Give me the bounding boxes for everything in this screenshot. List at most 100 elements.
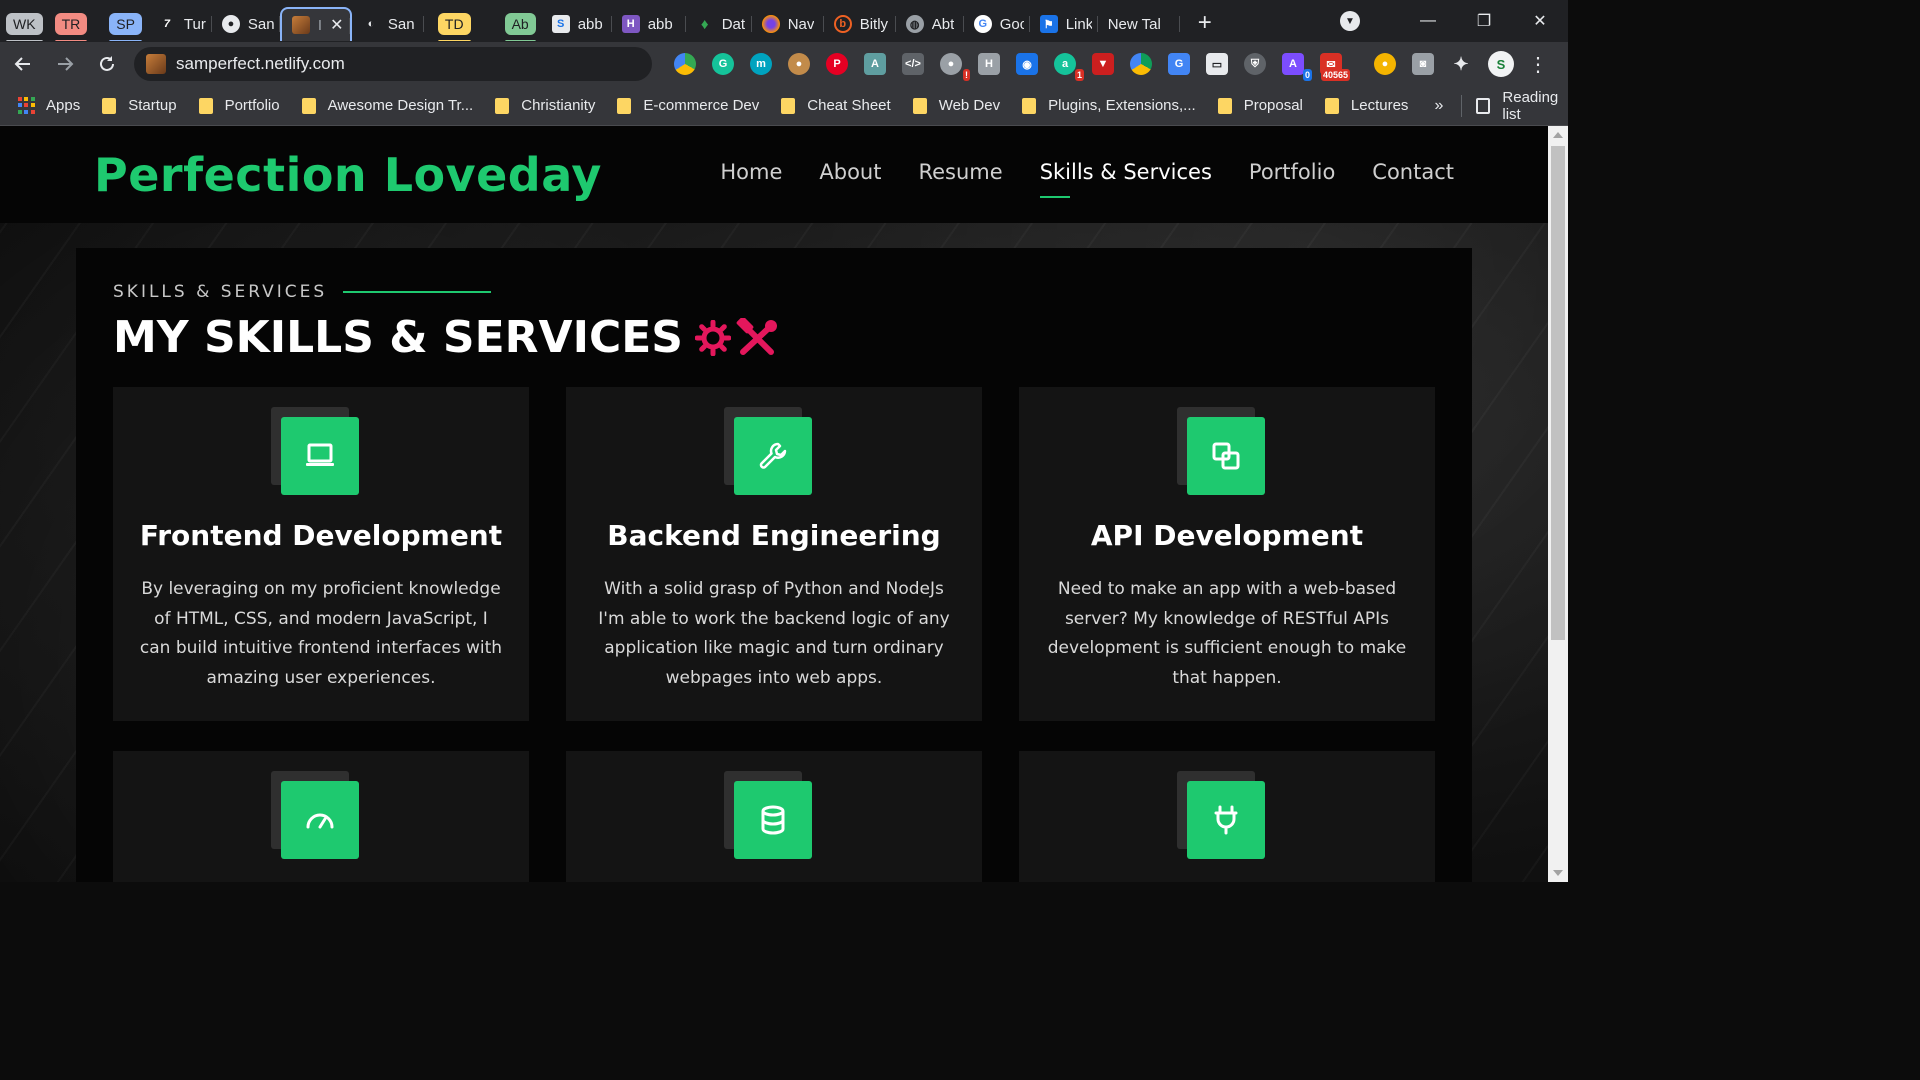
icon-tile <box>1187 417 1265 495</box>
bookmark-folder-cheat-sheet[interactable]: Cheat Sheet <box>781 97 891 114</box>
extension-lamp-icon[interactable]: ● <box>1374 53 1396 75</box>
pinterest-icon[interactable]: P <box>826 53 848 75</box>
firefox-icon <box>761 15 780 33</box>
bookmark-folder-christianity[interactable]: Christianity <box>495 97 595 114</box>
back-button[interactable] <box>4 45 42 83</box>
forward-button[interactable] <box>46 45 84 83</box>
tab-bitly[interactable]: b Bitly <box>824 7 896 41</box>
more-bookmarks-button[interactable]: » <box>1434 97 1443 115</box>
tab-group-tr[interactable]: TR <box>49 7 94 41</box>
tab-group-ab[interactable]: Ab <box>499 7 542 41</box>
tab-abb-s[interactable]: Sabb <box>542 7 612 41</box>
shield-icon[interactable]: ⛨ <box>1244 53 1266 75</box>
tab-abb-h[interactable]: Habb <box>612 7 686 41</box>
bookmark-folder-proposal[interactable]: Proposal <box>1217 97 1303 114</box>
location-pin-icon[interactable]: ◉ <box>1016 53 1038 75</box>
h-icon: H <box>621 15 640 33</box>
scroll-down-arrow-icon[interactable] <box>1553 870 1563 876</box>
github-icon: ● <box>221 15 240 33</box>
bookmark-folder-lectures[interactable]: Lectures <box>1324 97 1408 114</box>
extension-m-icon[interactable]: m <box>750 53 772 75</box>
bookmark-folder-awesome-design[interactable]: Awesome Design Tr... <box>301 97 473 114</box>
bookmark-label: E-commerce Dev <box>643 97 760 114</box>
bookmark-folder-startup[interactable]: Startup <box>102 97 177 114</box>
page-scrollbar[interactable] <box>1548 126 1568 882</box>
tab-firefox[interactable]: Nav <box>752 7 824 41</box>
camera-icon[interactable]: ◙ <box>1412 53 1434 75</box>
tools-icon <box>736 317 777 355</box>
scrollbar-thumb[interactable] <box>1551 146 1565 640</box>
grammarly-icon[interactable]: G <box>712 53 734 75</box>
tab-link[interactable]: ⚑ Link <box>1030 7 1098 41</box>
close-window-button[interactable]: ✕ <box>1512 0 1568 42</box>
tab-google[interactable]: G Goc <box>964 7 1030 41</box>
database-icon <box>761 805 785 835</box>
bookmark-label: Cheat Sheet <box>807 97 891 114</box>
tab-new-tab[interactable]: New Tal <box>1098 7 1180 41</box>
restore-button[interactable]: ❐ <box>1456 0 1512 42</box>
tab-mongodb[interactable]: ♦ Dat <box>686 7 752 41</box>
google-translate-icon[interactable]: G <box>1168 53 1190 75</box>
tab-group-label[interactable]: TD <box>437 13 471 41</box>
site-logo[interactable]: Perfection Loveday <box>94 148 602 202</box>
service-card: Frontend Development By leveraging on my… <box>113 387 529 721</box>
nav-skills-services[interactable]: Skills & Services <box>1039 160 1212 198</box>
minimize-button[interactable]: — <box>1400 0 1456 42</box>
url-text[interactable]: samperfect.netlify.com <box>176 54 345 74</box>
tab-title: San <box>387 15 415 33</box>
extension-ai-icon[interactable]: A0 <box>1282 53 1312 81</box>
mail-icon[interactable]: ✉ 40565 <box>1320 53 1350 81</box>
code-icon[interactable]: </> <box>902 53 924 75</box>
tab-group-wk[interactable]: WK <box>0 7 49 41</box>
bookmark-folder-web-dev[interactable]: Web Dev <box>912 97 1000 114</box>
bookmark-label: Plugins, Extensions,... <box>1048 97 1196 114</box>
cookie-icon[interactable]: ● <box>788 53 810 75</box>
tab-title: Dat <box>721 15 746 33</box>
window-controls: ▼ — ❐ ✕ <box>1340 0 1568 42</box>
bookmark-folder-ecommerce[interactable]: E-commerce Dev <box>617 97 759 114</box>
tab-group-label[interactable]: TR <box>54 13 88 41</box>
tab-globe[interactable]: ◍ Abt <box>896 7 964 41</box>
scroll-up-arrow-icon[interactable] <box>1553 132 1563 138</box>
site-portrait-icon <box>291 16 310 34</box>
new-tab-button[interactable]: + <box>1188 6 1222 40</box>
profile-avatar[interactable]: S <box>1488 51 1514 77</box>
extension-h-icon[interactable]: H <box>978 53 1000 75</box>
extension-a2-icon[interactable]: a1 <box>1054 53 1084 81</box>
tab-group-label[interactable]: SP <box>109 13 142 41</box>
nav-resume[interactable]: Resume <box>918 160 1002 184</box>
extension-a-icon[interactable]: A <box>864 53 886 75</box>
tab-group-td[interactable]: TD <box>432 7 477 41</box>
bookmark-folder-plugins[interactable]: Plugins, Extensions,... <box>1022 97 1196 114</box>
google-drive-icon[interactable] <box>1130 53 1152 75</box>
tab-group-label[interactable]: Ab <box>504 13 536 41</box>
tab-group-label[interactable]: WK <box>6 13 43 41</box>
nav-portfolio[interactable]: Portfolio <box>1249 160 1335 184</box>
reading-list-button[interactable]: Reading list <box>1461 89 1568 123</box>
nav-about[interactable]: About <box>819 160 881 184</box>
tab-github-2[interactable]: ◐ San <box>352 7 424 41</box>
bookmark-folder-portfolio[interactable]: Portfolio <box>198 97 280 114</box>
address-bar[interactable]: samperfect.netlify.com <box>134 47 652 81</box>
menu-dots-icon[interactable]: ⋮ <box>1528 52 1548 77</box>
close-tab-icon[interactable]: ✕ <box>330 15 343 35</box>
extension-colorful-icon[interactable] <box>674 53 696 75</box>
tab-active-portfolio[interactable]: I ✕ <box>279 7 352 41</box>
nav-home[interactable]: Home <box>720 160 782 184</box>
tab-search-icon[interactable]: ▼ <box>1340 11 1360 31</box>
puzzle-icon[interactable]: ✦ <box>1450 53 1472 75</box>
laptop-icon <box>306 443 334 466</box>
nav-contact[interactable]: Contact <box>1372 160 1454 184</box>
extension-window-icon[interactable]: ▭ <box>1206 53 1228 75</box>
folder-icon <box>198 97 213 114</box>
tab-turing[interactable]: 7 Turi <box>148 7 212 41</box>
reload-button[interactable] <box>88 45 126 83</box>
tab-group-sp[interactable]: SP <box>103 7 148 41</box>
turing-icon: 7 <box>163 18 170 30</box>
tab-github-1[interactable]: ● San <box>212 7 280 41</box>
tab-title: Bitly <box>859 15 889 33</box>
bookmark-apps[interactable]: Apps <box>18 97 80 114</box>
pocket-icon[interactable]: ▼ <box>1092 53 1114 75</box>
section-eyebrow-text: SKILLS & SERVICES <box>113 282 328 302</box>
extension-record-icon[interactable]: ●! <box>940 53 970 81</box>
